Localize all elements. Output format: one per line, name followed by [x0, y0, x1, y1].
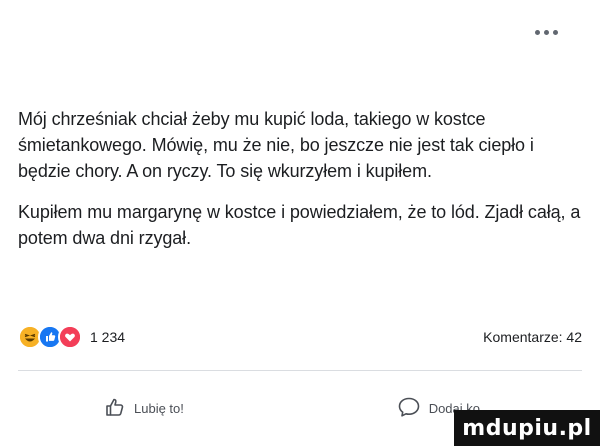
- reactions-count: 1 234: [90, 329, 126, 345]
- post-text: Mój chrześniak chciał żeby mu kupić loda…: [18, 106, 582, 251]
- divider: [18, 370, 582, 371]
- reactions-bar: 1 234 Komentarze: 42: [18, 324, 582, 350]
- more-dot-icon: [543, 29, 549, 35]
- thumbs-up-outline-icon: [104, 396, 126, 421]
- more-options-button[interactable]: [526, 22, 566, 42]
- watermark-logo: mdupiu.pl: [454, 410, 600, 446]
- more-dot-icon: [534, 29, 540, 35]
- post-paragraph-1: Mój chrześniak chciał żeby mu kupić loda…: [18, 109, 534, 181]
- comment-bubble-icon: [397, 396, 421, 421]
- reactions-summary[interactable]: 1 234: [18, 325, 125, 349]
- reaction-icons: [18, 325, 82, 349]
- watermark-text: mdupiu.pl: [462, 415, 592, 441]
- love-icon: [58, 325, 82, 349]
- like-button-label: Lubię to!: [134, 400, 184, 416]
- comments-count-link[interactable]: Komentarze: 42: [483, 329, 582, 345]
- like-button[interactable]: Lubię to!: [98, 388, 190, 428]
- post-paragraph-2: Kupiłem mu margarynę w kostce i powiedzi…: [18, 202, 581, 248]
- more-dot-icon: [552, 29, 558, 35]
